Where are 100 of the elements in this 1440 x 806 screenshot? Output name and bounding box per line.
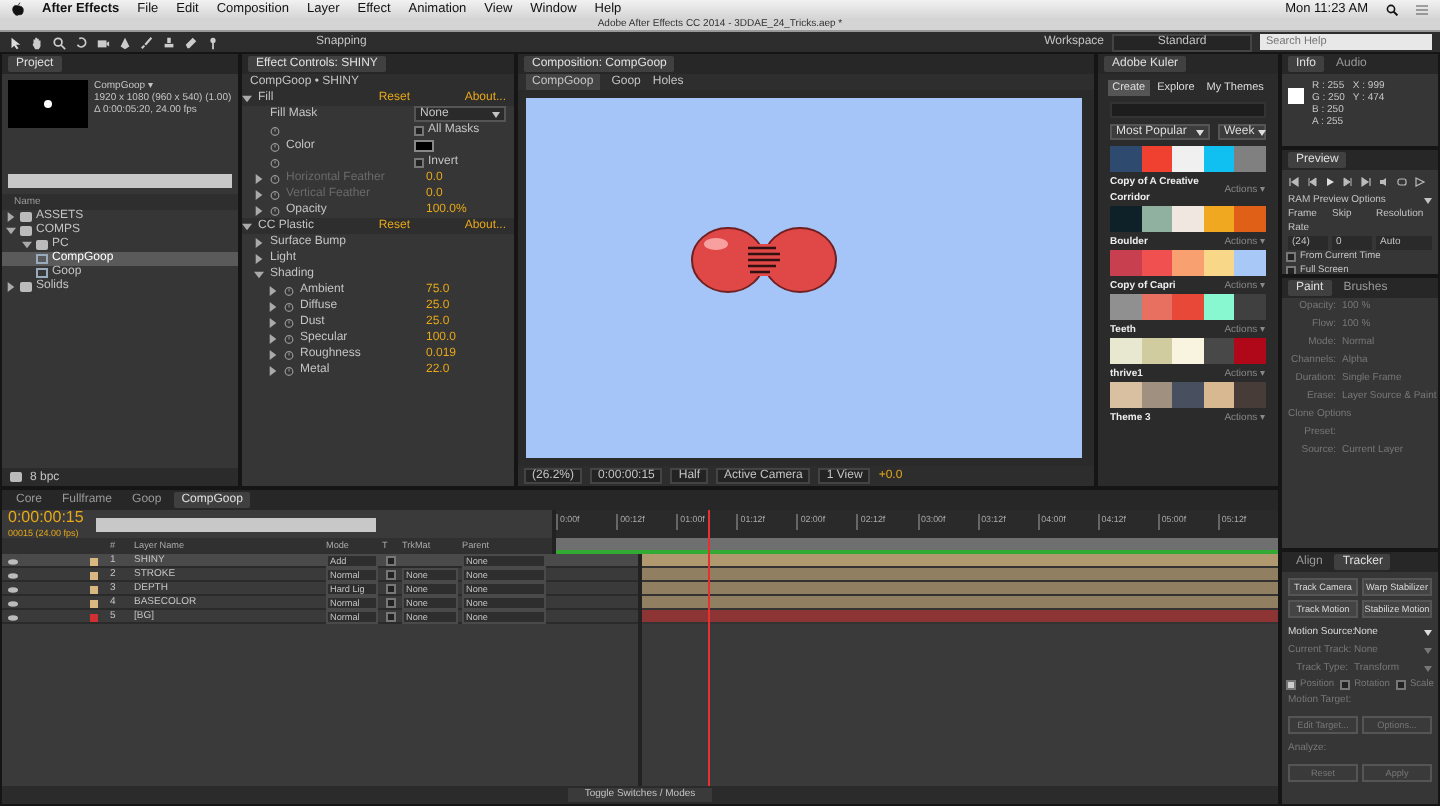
color-swatch[interactable] bbox=[1110, 250, 1142, 276]
disclosure-triangle-icon[interactable] bbox=[242, 221, 252, 231]
brush-icon[interactable] bbox=[140, 35, 154, 49]
previous-frame-icon[interactable] bbox=[1306, 176, 1318, 188]
stopwatch-icon[interactable] bbox=[270, 125, 280, 135]
color-swatch[interactable] bbox=[1172, 382, 1204, 408]
color-swatch[interactable] bbox=[1203, 338, 1235, 364]
disclosure-triangle-icon[interactable] bbox=[254, 253, 264, 263]
color-swatch[interactable] bbox=[1234, 206, 1266, 232]
logo-icon[interactable] bbox=[12, 2, 24, 16]
preserve-transparency-checkbox[interactable] bbox=[386, 556, 396, 566]
caret-icon bbox=[1196, 129, 1204, 135]
comp-thumbnail bbox=[8, 80, 88, 128]
stopwatch-icon[interactable] bbox=[270, 173, 280, 183]
caret-icon bbox=[1424, 198, 1432, 204]
stopwatch-icon[interactable] bbox=[284, 317, 294, 327]
caret-icon bbox=[1258, 129, 1267, 135]
play-icon[interactable] bbox=[1324, 176, 1336, 188]
zoom-icon[interactable] bbox=[52, 35, 66, 49]
pointer-arrow-icon[interactable] bbox=[8, 35, 22, 49]
rotate-icon[interactable] bbox=[74, 35, 88, 49]
stopwatch-icon[interactable] bbox=[270, 141, 280, 151]
label-color[interactable] bbox=[90, 599, 98, 607]
next-frame-icon[interactable] bbox=[1342, 176, 1354, 188]
disclosure-triangle-icon[interactable] bbox=[254, 269, 264, 279]
checkbox[interactable] bbox=[1395, 680, 1406, 690]
color-swatch[interactable] bbox=[1110, 206, 1142, 232]
color-swatch[interactable] bbox=[1172, 250, 1204, 276]
disclosure-triangle-icon[interactable] bbox=[6, 282, 16, 292]
color-swatch[interactable] bbox=[1141, 294, 1173, 320]
color-swatch[interactable] bbox=[1172, 206, 1204, 232]
color-swatch[interactable] bbox=[1172, 146, 1204, 172]
color-swatch[interactable] bbox=[1203, 206, 1235, 232]
checkbox[interactable] bbox=[1286, 266, 1296, 274]
preserve-transparency-checkbox[interactable] bbox=[386, 612, 396, 622]
pin-icon[interactable] bbox=[206, 35, 220, 49]
stopwatch-icon[interactable] bbox=[270, 189, 280, 199]
checkbox[interactable] bbox=[1286, 680, 1296, 690]
color-swatch[interactable] bbox=[1203, 382, 1235, 408]
checkbox[interactable] bbox=[414, 125, 424, 135]
stopwatch-icon[interactable] bbox=[284, 349, 294, 359]
label-color[interactable] bbox=[90, 571, 98, 579]
color-swatch[interactable] bbox=[1141, 146, 1173, 172]
color-swatch[interactable] bbox=[414, 140, 434, 152]
stamp-icon[interactable] bbox=[162, 35, 176, 49]
disclosure-triangle-icon[interactable] bbox=[254, 237, 264, 247]
color-swatch[interactable] bbox=[1110, 338, 1142, 364]
search-field[interactable] bbox=[8, 174, 232, 188]
color-swatch[interactable] bbox=[1110, 294, 1142, 320]
color-swatch[interactable] bbox=[1172, 294, 1204, 320]
camera-icon[interactable] bbox=[96, 35, 110, 49]
stopwatch-icon[interactable] bbox=[284, 365, 294, 375]
loop-icon[interactable] bbox=[1396, 176, 1408, 188]
search-icon[interactable] bbox=[1386, 3, 1398, 15]
checkbox[interactable] bbox=[1286, 252, 1296, 262]
color-swatch[interactable] bbox=[1110, 146, 1142, 172]
ram-preview-icon[interactable] bbox=[1414, 176, 1426, 188]
preserve-transparency-checkbox[interactable] bbox=[386, 598, 396, 608]
color-swatch[interactable] bbox=[1141, 206, 1173, 232]
caret-icon bbox=[1424, 666, 1432, 672]
color-swatch[interactable] bbox=[1203, 250, 1235, 276]
color-swatch[interactable] bbox=[1141, 382, 1173, 408]
color-swatch[interactable] bbox=[1141, 250, 1173, 276]
last-frame-icon[interactable] bbox=[1360, 176, 1372, 188]
color-swatch[interactable] bbox=[1172, 338, 1204, 364]
speaker-icon[interactable] bbox=[1378, 176, 1390, 188]
current-time[interactable]: 0:00:00:15 bbox=[8, 510, 84, 526]
label-color[interactable] bbox=[90, 613, 98, 621]
folder-icon bbox=[20, 282, 32, 292]
label-color[interactable] bbox=[90, 557, 98, 565]
menu-icon[interactable] bbox=[1416, 3, 1428, 15]
color-swatch[interactable] bbox=[1141, 338, 1173, 364]
disclosure-triangle-icon[interactable] bbox=[6, 212, 16, 222]
stopwatch-icon[interactable] bbox=[284, 301, 294, 311]
first-frame-icon[interactable] bbox=[1288, 176, 1300, 188]
stopwatch-icon[interactable] bbox=[270, 205, 280, 215]
disclosure-triangle-icon[interactable] bbox=[22, 240, 32, 250]
folder-icon[interactable] bbox=[10, 472, 22, 482]
hand-icon[interactable] bbox=[30, 35, 44, 49]
color-swatch[interactable] bbox=[1234, 146, 1266, 172]
stopwatch-icon[interactable] bbox=[284, 285, 294, 295]
color-swatch[interactable] bbox=[1234, 294, 1266, 320]
stopwatch-icon[interactable] bbox=[270, 157, 280, 167]
stopwatch-icon[interactable] bbox=[284, 333, 294, 343]
color-swatch[interactable] bbox=[1110, 382, 1142, 408]
color-sample bbox=[1288, 88, 1304, 104]
color-swatch[interactable] bbox=[1203, 294, 1235, 320]
preserve-transparency-checkbox[interactable] bbox=[386, 570, 396, 580]
checkbox[interactable] bbox=[414, 157, 424, 167]
label-color[interactable] bbox=[90, 585, 98, 593]
disclosure-triangle-icon[interactable] bbox=[6, 226, 16, 236]
disclosure-triangle-icon[interactable] bbox=[242, 93, 252, 103]
color-swatch[interactable] bbox=[1234, 338, 1266, 364]
color-swatch[interactable] bbox=[1203, 146, 1235, 172]
caret-icon bbox=[1424, 630, 1432, 636]
checkbox[interactable] bbox=[1340, 680, 1351, 690]
preserve-transparency-checkbox[interactable] bbox=[386, 584, 396, 594]
search-field[interactable] bbox=[95, 517, 376, 531]
color-swatch[interactable] bbox=[1234, 382, 1266, 408]
color-swatch[interactable] bbox=[1234, 250, 1266, 276]
